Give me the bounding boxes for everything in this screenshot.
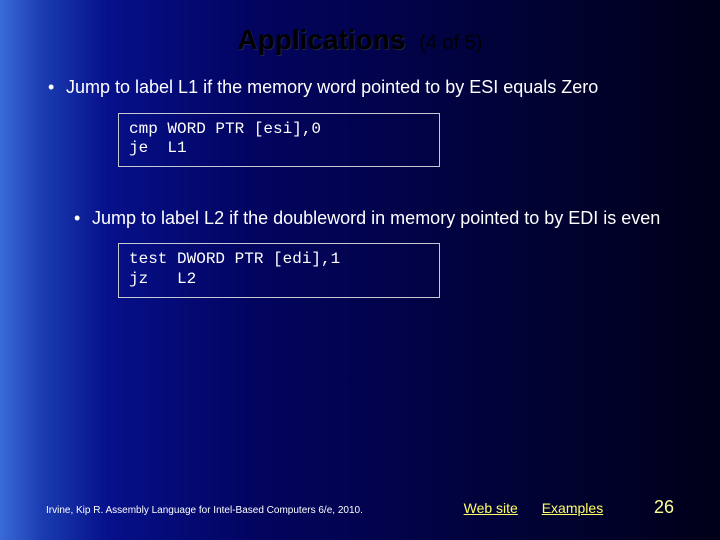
footer-citation: Irvine, Kip R. Assembly Language for Int…: [46, 505, 363, 516]
bullet-group-2: Jump to label L2 if the doubleword in me…: [46, 207, 674, 298]
code-block-1: cmp WORD PTR [esi],0 je L1: [118, 113, 440, 167]
title-main: Applications: [237, 24, 405, 55]
title-sub: (4 of 5): [419, 32, 482, 54]
bullet-item-2: Jump to label L2 if the doubleword in me…: [70, 207, 674, 230]
examples-link[interactable]: Examples: [542, 500, 603, 516]
code-block-2: test DWORD PTR [edi],1 jz L2: [118, 243, 440, 297]
bullet-list-2: Jump to label L2 if the doubleword in me…: [70, 207, 674, 230]
page-number: 26: [654, 497, 674, 518]
bullet-text-2: Jump to label L2 if the doubleword in me…: [92, 208, 660, 228]
bullet-list-1: Jump to label L1 if the memory word poin…: [46, 76, 674, 99]
bullet-item-1: Jump to label L1 if the memory word poin…: [46, 76, 674, 99]
footer-links: Web site Examples: [413, 500, 654, 516]
bullet-text-1: Jump to label L1 if the memory word poin…: [66, 77, 598, 97]
web-site-link[interactable]: Web site: [464, 500, 518, 516]
slide-title: Applications (4 of 5): [0, 0, 720, 56]
slide-body: Jump to label L1 if the memory word poin…: [0, 76, 720, 298]
slide: Applications (4 of 5) Jump to label L1 i…: [0, 0, 720, 540]
slide-footer: Irvine, Kip R. Assembly Language for Int…: [46, 497, 674, 518]
